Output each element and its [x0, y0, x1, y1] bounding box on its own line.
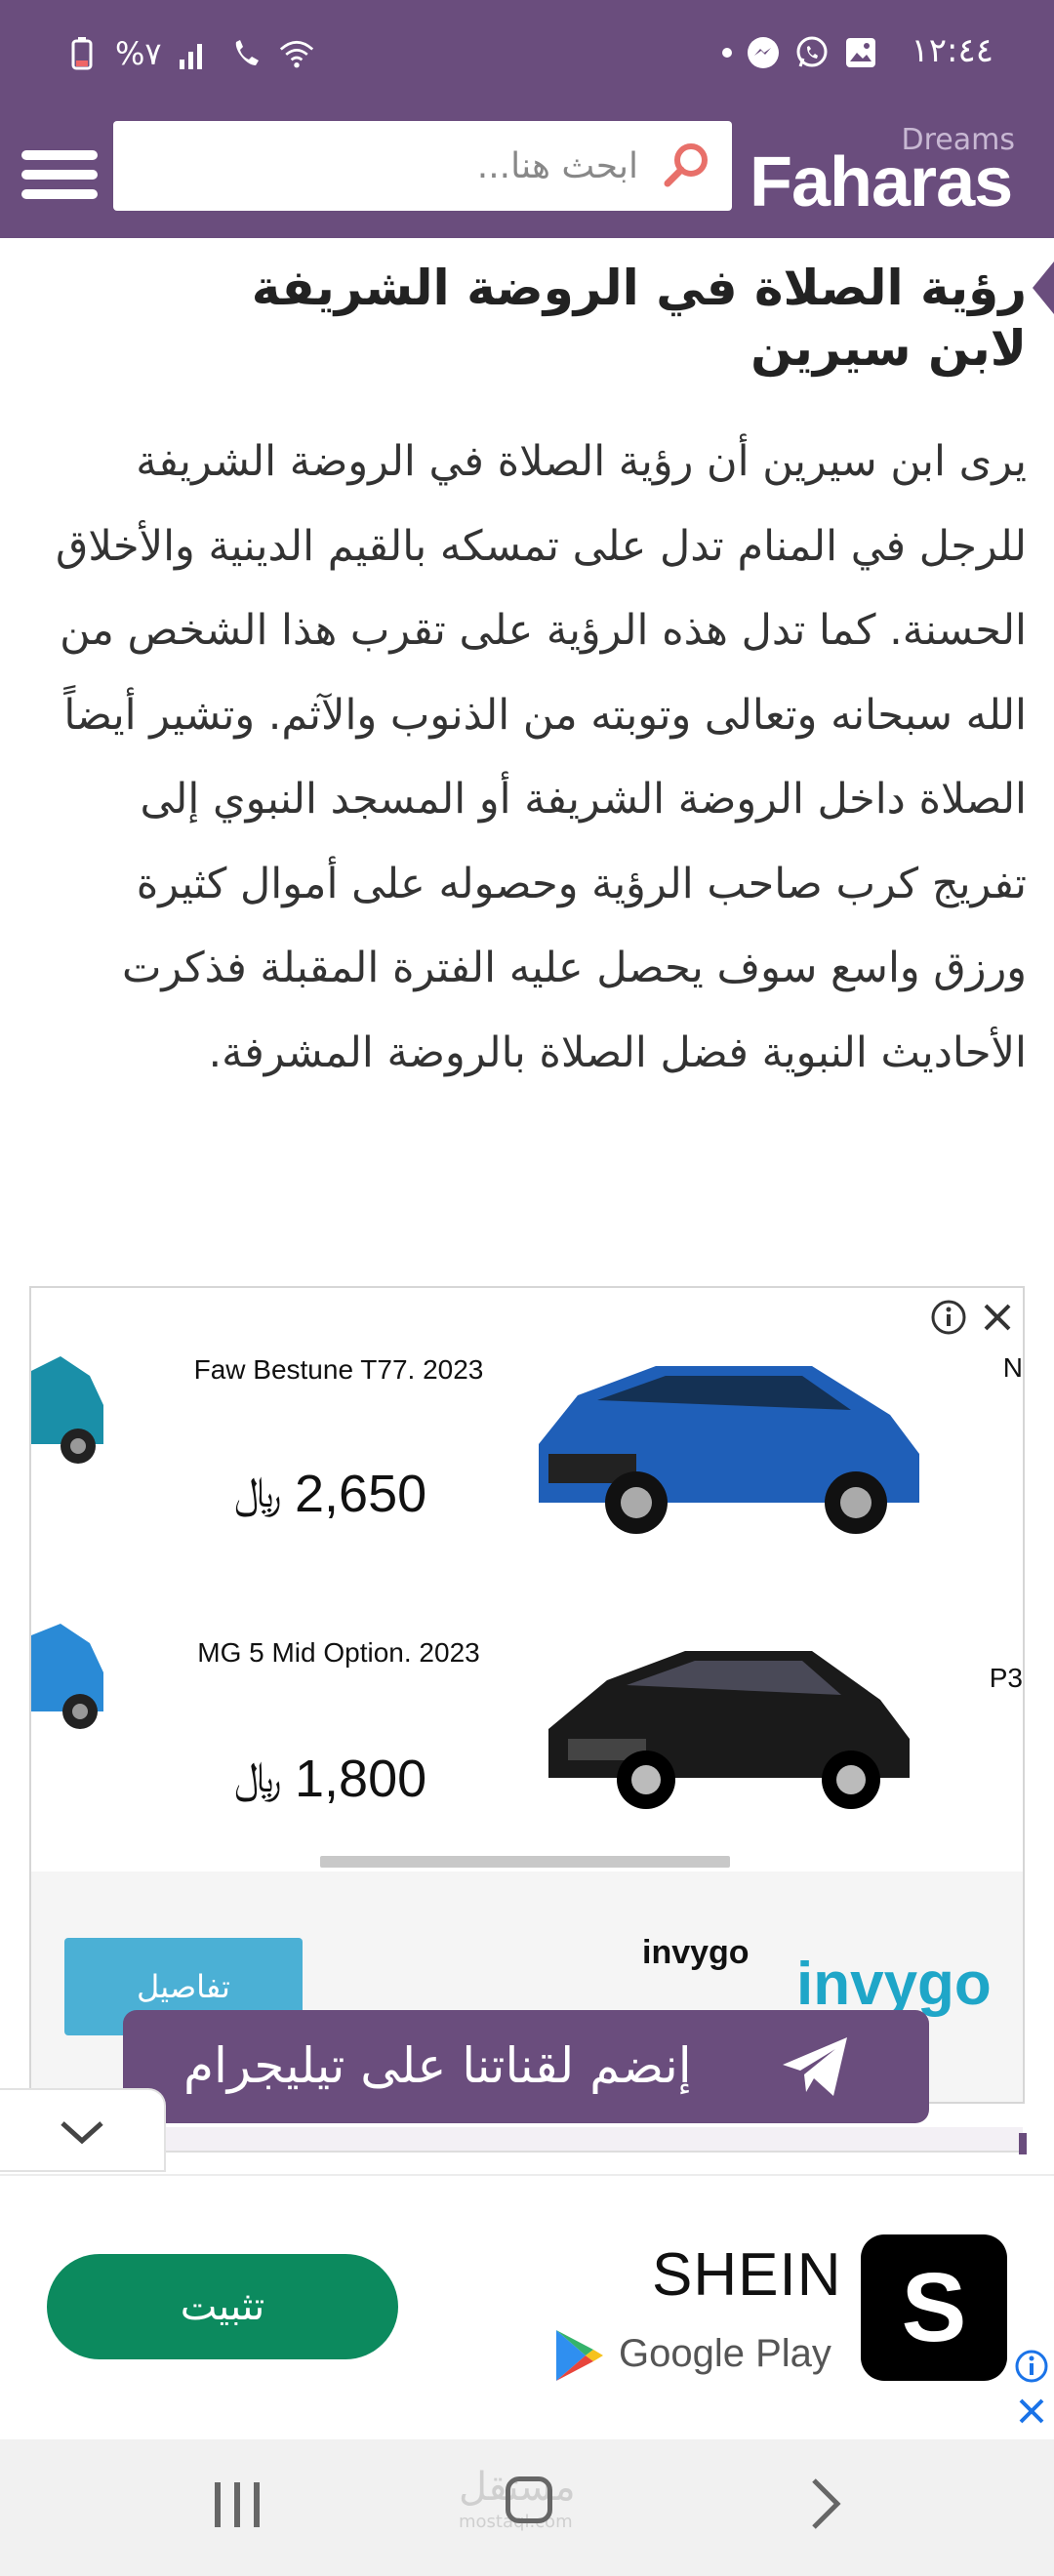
car-price: 2,650: [295, 1465, 427, 1523]
telegram-banner[interactable]: إنضم لقناتنا على تيليجرام: [123, 2010, 929, 2123]
article-body: يرى ابن سيرين أن رؤية الصلاة في الروضة ا…: [55, 437, 1027, 1077]
car-image: [539, 1366, 919, 1534]
car-title: MG 5 Mid Option. 2023: [197, 1637, 480, 1668]
install-button[interactable]: تثبيت: [47, 2254, 398, 2359]
ad-edge-label: N: [1002, 1352, 1023, 1383]
logo-text: Faharas: [750, 143, 1013, 221]
messenger-icon: [746, 35, 781, 70]
menu-icon[interactable]: [21, 137, 98, 213]
heading-marker: [1033, 262, 1054, 314]
google-play-badge[interactable]: Google Play: [548, 2322, 841, 2391]
status-time: ١٢:٤٤: [911, 31, 993, 70]
car-price: 1,800: [295, 1750, 427, 1808]
car-card[interactable]: MG 5 Mid Option. 2023 1,800 ﷼: [31, 1592, 910, 1866]
install-ad[interactable]: تثبيت SHEIN Google Play S: [0, 2174, 1054, 2435]
advertiser-name: invygo: [642, 1934, 750, 1971]
status-right-icons: [722, 35, 878, 70]
app-icon[interactable]: S: [861, 2234, 1007, 2381]
recents-icon[interactable]: [205, 2482, 269, 2531]
ad-close-icon[interactable]: [1013, 2393, 1050, 2430]
telegram-label: إنضم لقناتنا على تيليجرام: [183, 2037, 692, 2094]
search-input[interactable]: [131, 131, 638, 201]
battery-icon: [64, 36, 100, 71]
wifi-call-icon: [228, 36, 264, 71]
site-header: Dreams Faharas: [0, 115, 1054, 238]
telegram-icon: [783, 2037, 847, 2096]
store-name: Google Play: [619, 2332, 831, 2375]
chevron-down-icon[interactable]: [57, 2115, 107, 2147]
google-play-icon: [556, 2330, 603, 2381]
gallery-icon: [843, 35, 878, 70]
status-left-icons: %٧: [64, 35, 314, 72]
signal-icon: [178, 36, 213, 71]
search-icon[interactable]: [660, 139, 714, 193]
currency-symbol: ﷼: [234, 1468, 282, 1517]
ad-edge-label: P3: [989, 1663, 1023, 1693]
ad-close-icon[interactable]: [978, 1298, 1017, 1337]
status-bar: %٧ ١٢:٤٤: [0, 0, 1054, 115]
home-icon[interactable]: [506, 2476, 552, 2523]
collapse-ad-tab[interactable]: [0, 2088, 166, 2172]
content-edge: [166, 2127, 1023, 2153]
ad-info-icon[interactable]: [1013, 2348, 1050, 2385]
back-icon[interactable]: [806, 2475, 845, 2533]
app-name: SHEIN: [652, 2241, 842, 2309]
currency-symbol: ﷼: [234, 1752, 282, 1802]
car-image: [548, 1651, 910, 1809]
advertiser-logo[interactable]: invygo: [796, 1950, 992, 2019]
car-ad[interactable]: N P3 Faw Bestune T77. 2023 2,650 ﷼ MG 5 …: [29, 1286, 1025, 2104]
section-marker: [1019, 2133, 1027, 2154]
article-heading: رؤية الصلاة في الروضة الشريفة لابن سيرين: [251, 260, 1027, 377]
carousel-scrollbar[interactable]: [320, 1856, 730, 1868]
system-nav-bar: مستقل mostaql.com: [0, 2439, 1054, 2576]
wifi-icon: [279, 36, 314, 71]
dot-icon: [722, 48, 732, 58]
ad-info-icon[interactable]: [929, 1298, 968, 1337]
whatsapp-icon: [794, 35, 830, 70]
battery-percent: %٧: [115, 35, 162, 72]
search-box[interactable]: [113, 121, 732, 211]
car-card[interactable]: Faw Bestune T77. 2023 2,650 ﷼: [31, 1308, 919, 1581]
site-logo[interactable]: Dreams Faharas: [750, 123, 1042, 230]
car-title: Faw Bestune T77. 2023: [193, 1354, 484, 1385]
